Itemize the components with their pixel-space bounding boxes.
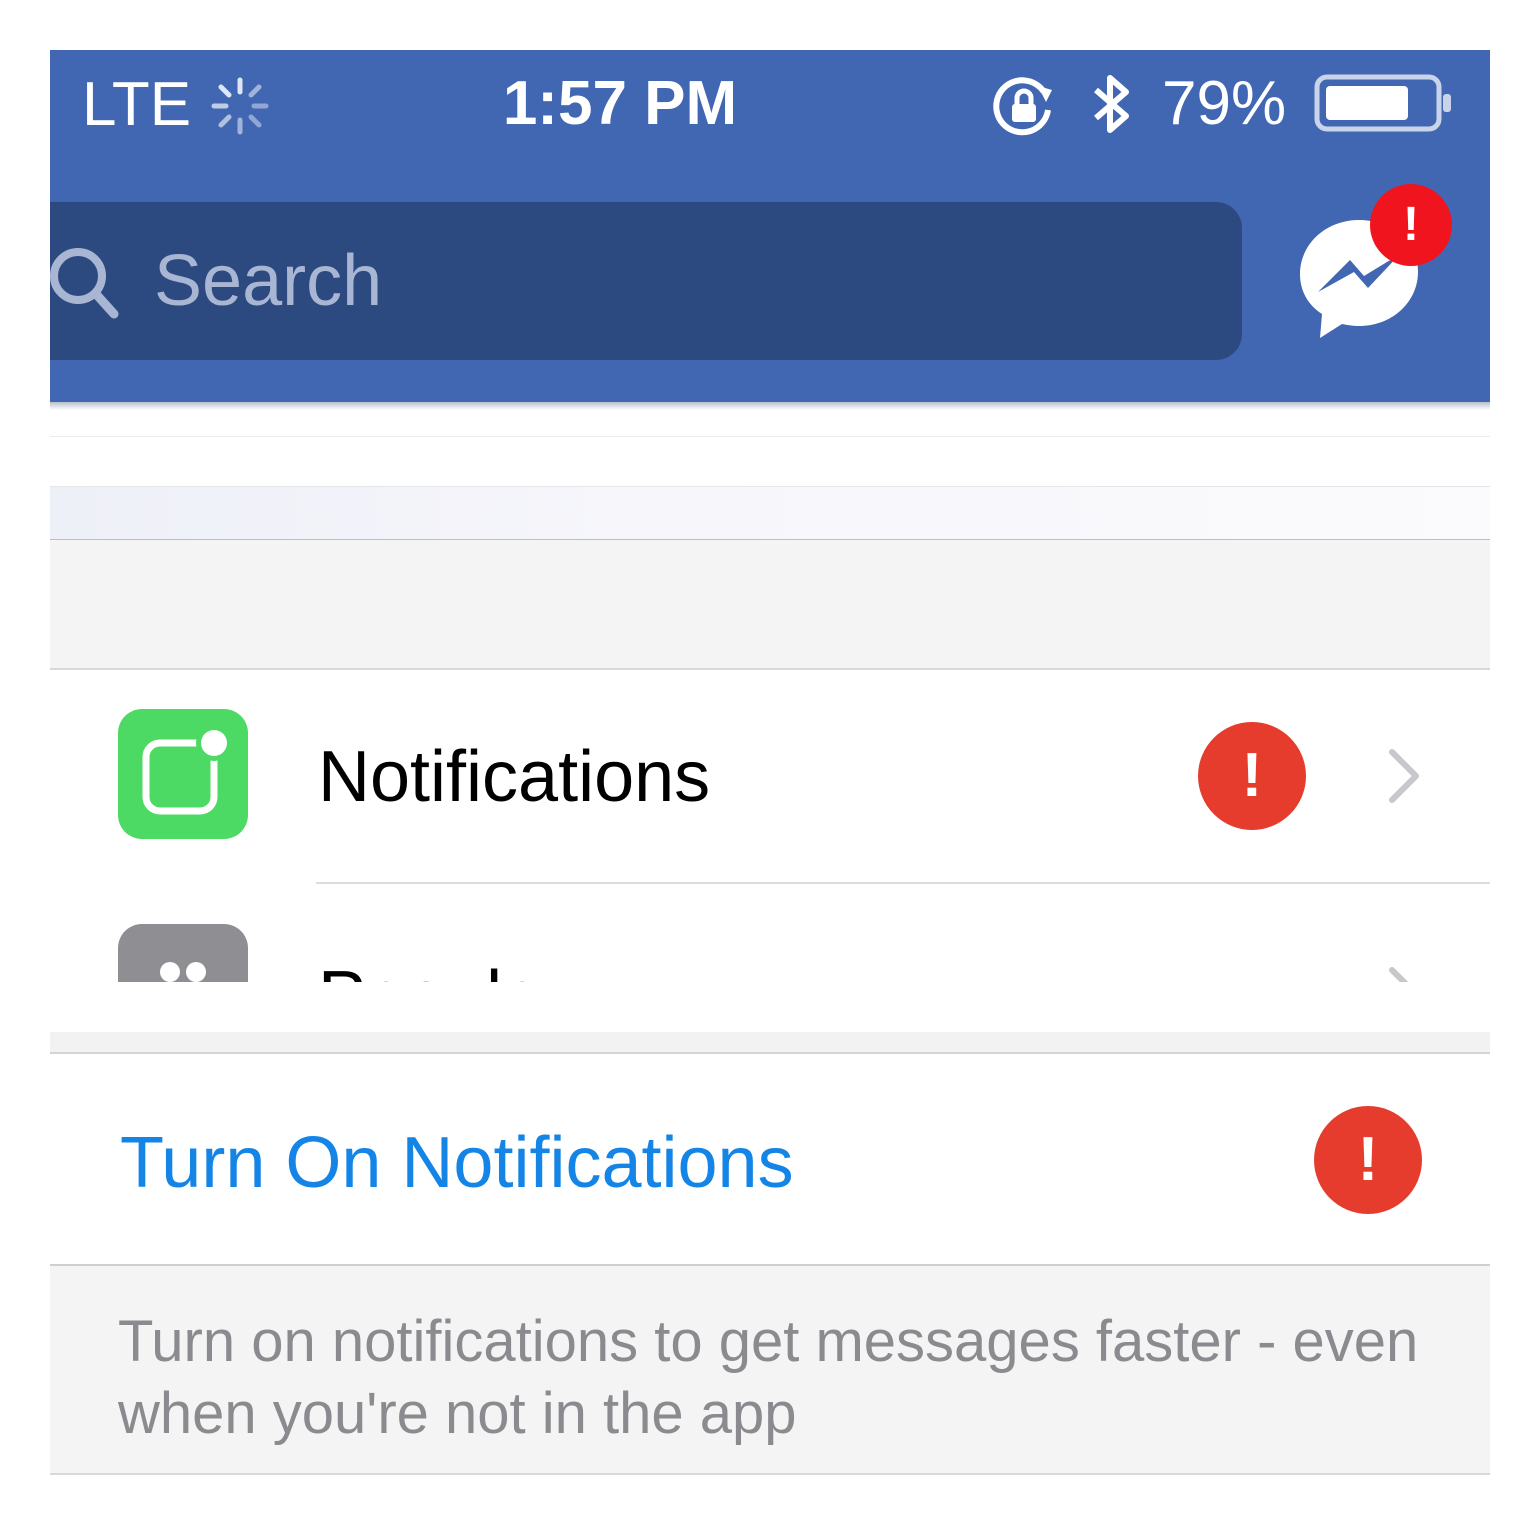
- bluetooth-icon: [1094, 75, 1129, 133]
- people-icon: [118, 924, 248, 982]
- messenger-badge: !: [1370, 184, 1452, 266]
- screen: LTE 1:57 PM 79% Search ! Notifications !…: [50, 50, 1490, 1475]
- footer-description: Turn on notifications to get messages fa…: [118, 1309, 1419, 1446]
- turn-on-notifications-button[interactable]: Turn On Notifications: [120, 1122, 794, 1204]
- header-shadow: [50, 402, 1490, 410]
- notification-app-icon: [118, 709, 248, 839]
- battery-percent: 79%: [1162, 69, 1287, 138]
- battery-icon: [1314, 74, 1451, 132]
- section-footer: Turn on notifications to get messages fa…: [50, 1264, 1490, 1475]
- turn-on-notifications-row[interactable]: Turn On Notifications !: [50, 1054, 1490, 1264]
- settings-row-people[interactable]: People: [50, 884, 1490, 982]
- battery-level-fill: [1326, 86, 1408, 120]
- divider: [50, 436, 1490, 437]
- search-bar[interactable]: [50, 202, 1242, 360]
- alert-badge: !: [1198, 722, 1306, 830]
- alert-badge: !: [1314, 1106, 1422, 1214]
- status-bar: LTE 1:57 PM 79%: [50, 50, 1490, 160]
- rotation-lock-icon: [993, 77, 1052, 136]
- settings-row-label: People: [318, 956, 542, 982]
- search-input[interactable]: [154, 230, 1154, 332]
- settings-row-label: Notifications: [318, 737, 711, 817]
- banner-strip: [50, 486, 1490, 541]
- section-spacer: [50, 982, 1490, 1034]
- settings-row-notifications[interactable]: Notifications !: [50, 670, 1490, 882]
- chevron-right-icon: [1389, 749, 1419, 803]
- search-icon: [50, 248, 119, 319]
- section-spacer: [50, 540, 1490, 670]
- chevron-right-icon: [1389, 967, 1409, 982]
- app-header: LTE 1:57 PM 79% Search !: [50, 50, 1490, 402]
- section-spacer: [50, 1032, 1490, 1054]
